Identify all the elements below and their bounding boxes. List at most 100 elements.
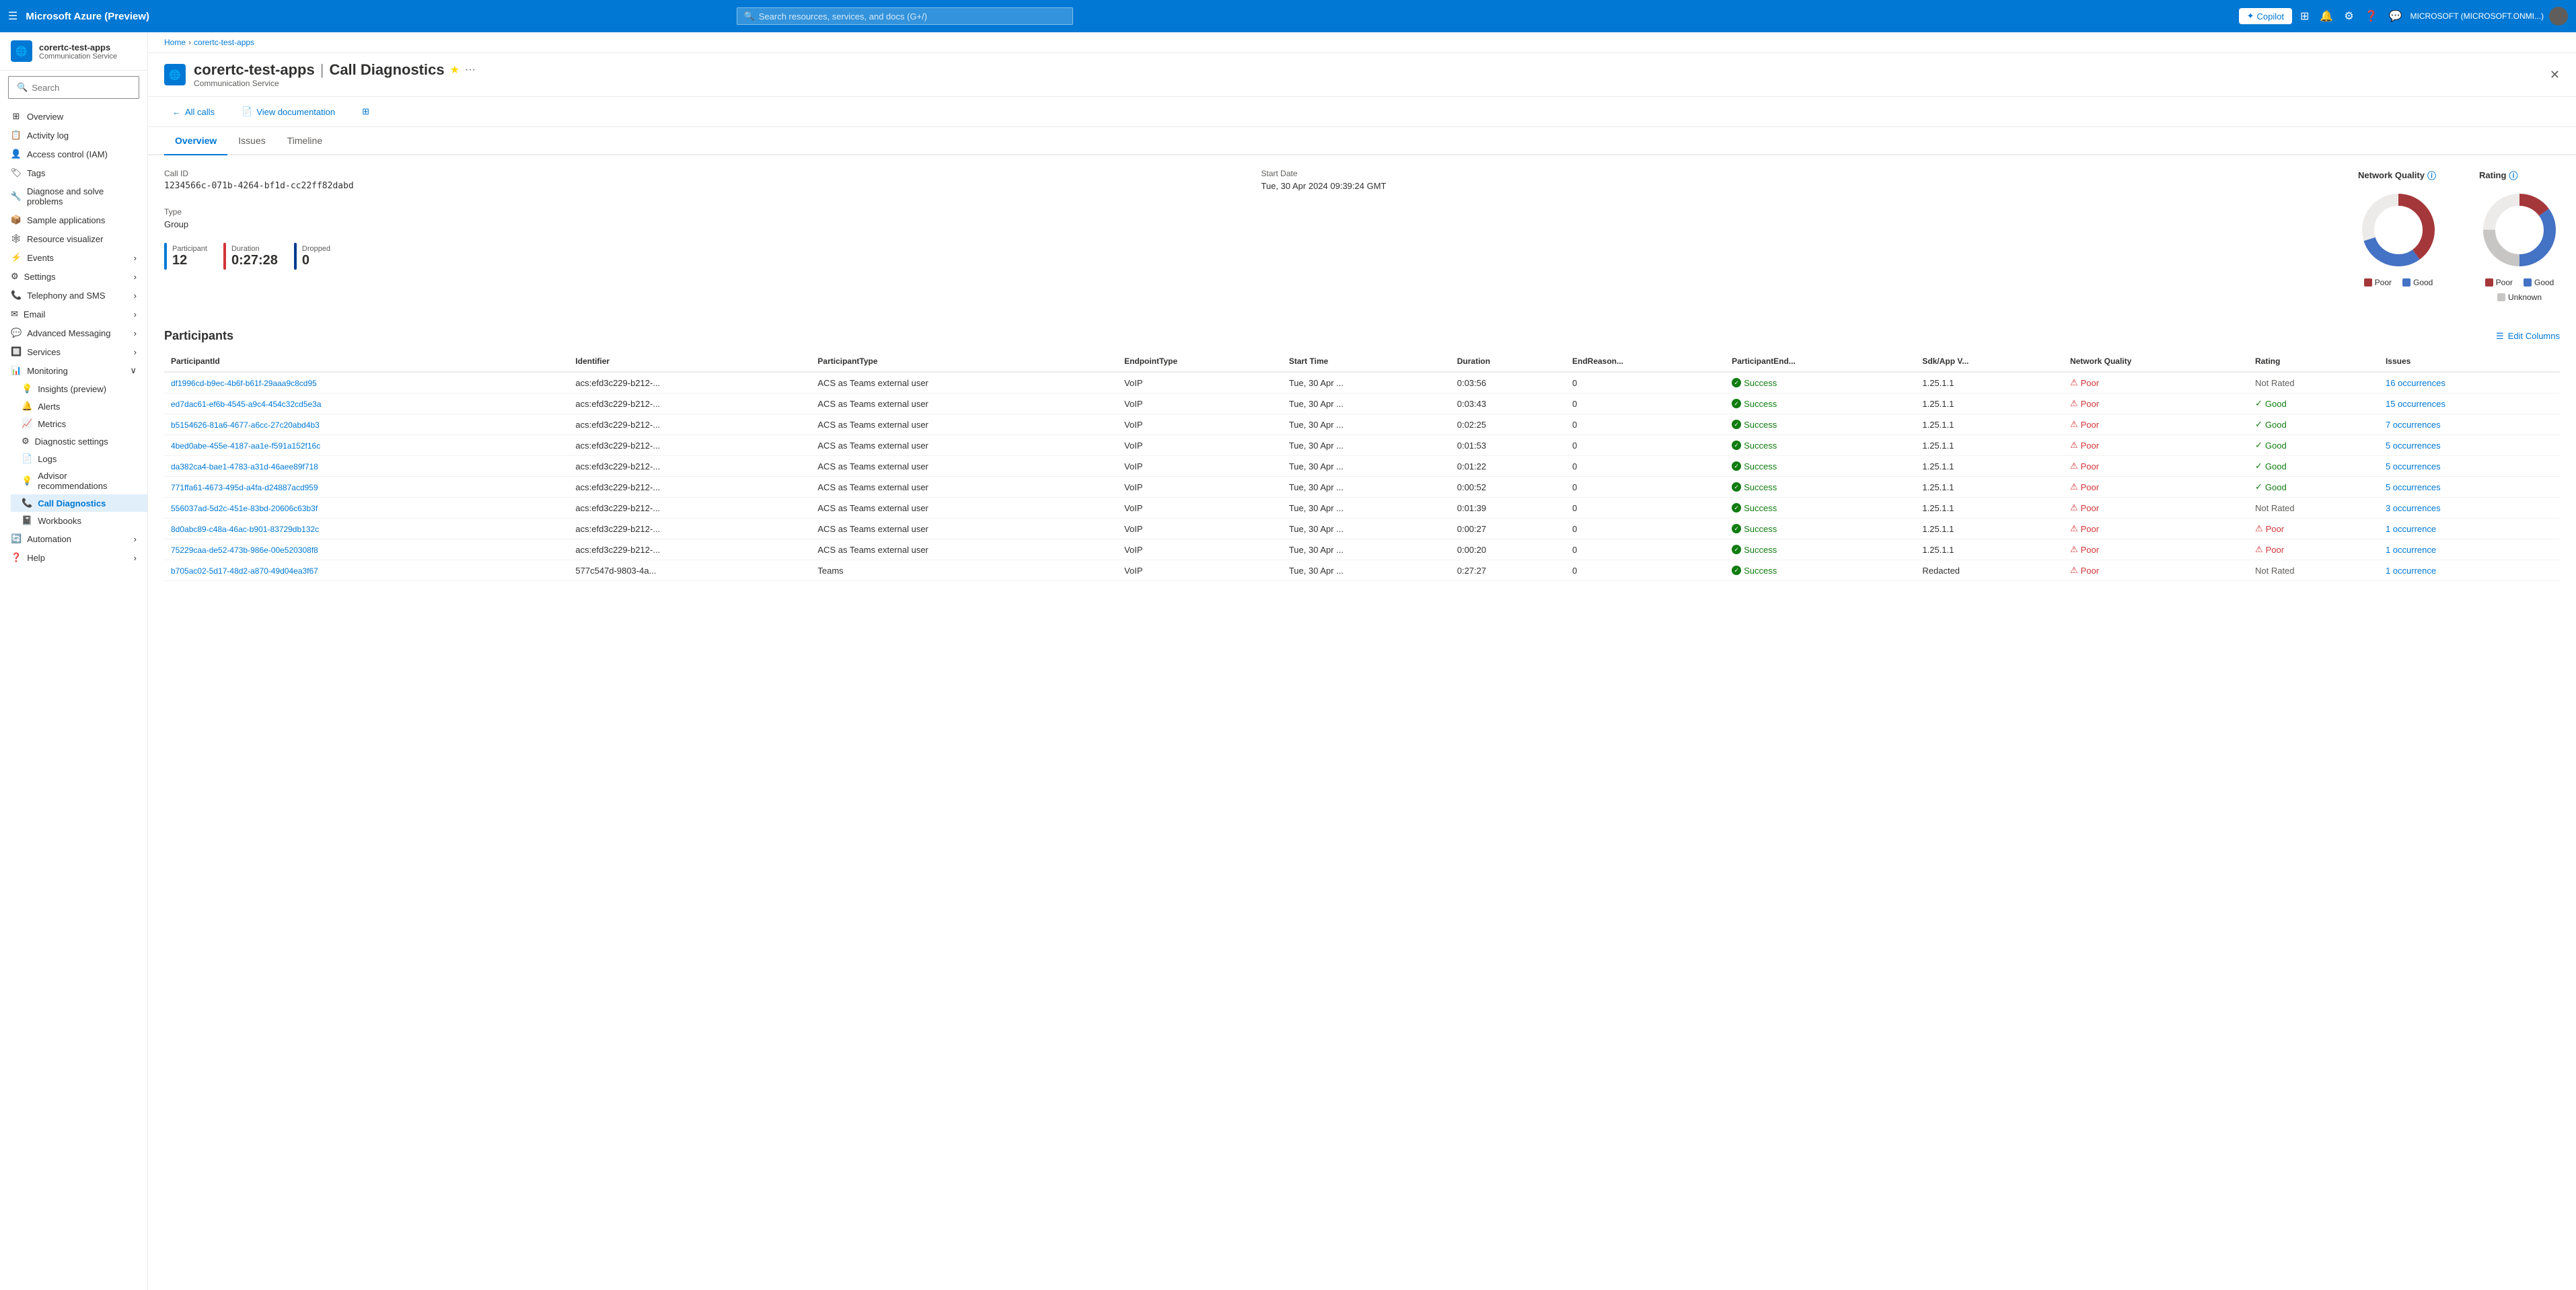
sidebar-item-workbooks[interactable]: 📓 Workbooks [11,512,147,529]
participant-id-link[interactable]: b705ac02-5d17-48d2-a870-49d04ea3f67 [171,566,318,576]
issues-link[interactable]: 1 occurrence [2386,566,2436,576]
sidebar-item-tags[interactable]: 🏷 Tags [0,163,147,182]
cell-start-time: Tue, 30 Apr ... [1282,498,1450,519]
chevron-right-icon: › [134,253,137,263]
avatar[interactable] [2549,7,2568,26]
settings-icon[interactable]: ⚙ [2341,7,2356,26]
sidebar-item-iam[interactable]: 👤 Access control (IAM) [0,145,147,163]
participant-id-link[interactable]: b5154626-81a6-4677-a6cc-27c20abd4b3 [171,420,320,430]
edit-columns-button[interactable]: ☰ Edit Columns [2496,331,2560,342]
cell-participant-id[interactable]: 75229caa-de52-473b-986e-00e520308f8 [164,539,568,560]
cell-issues[interactable]: 1 occurrence [2379,560,2560,581]
sidebar-group-telephony[interactable]: 📞 Telephony and SMS › [0,286,147,305]
sidebar-item-diagnostic-settings[interactable]: ⚙ Diagnostic settings [11,432,147,450]
participant-id-link[interactable]: 8d0abc89-c48a-46ac-b901-83729db132c [171,525,319,534]
sidebar-item-sample-apps[interactable]: 📦 Sample applications [0,211,147,229]
cell-issues[interactable]: 1 occurrence [2379,539,2560,560]
cell-issues[interactable]: 5 occurrences [2379,477,2560,498]
cell-participant-id[interactable]: b5154626-81a6-4677-a6cc-27c20abd4b3 [164,414,568,435]
all-calls-button[interactable]: ← All calls [164,103,223,121]
sidebar-group-settings[interactable]: ⚙ Settings › [0,267,147,286]
hamburger-icon[interactable]: ☰ [8,9,17,23]
grid-view-button[interactable]: ⊞ [354,102,377,121]
cell-issues[interactable]: 7 occurrences [2379,414,2560,435]
sidebar-item-alerts[interactable]: 🔔 Alerts [11,397,147,415]
resource-icon: 🌐 [11,40,32,62]
favorite-button[interactable]: ★ [450,63,459,77]
issues-link[interactable]: 16 occurrences [2386,378,2445,388]
table-row: 75229caa-de52-473b-986e-00e520308f8 acs:… [164,539,2560,560]
view-documentation-button[interactable]: 📄 View documentation [233,102,343,121]
sidebar-item-activity-log[interactable]: 📋 Activity log [0,126,147,145]
cell-issues[interactable]: 15 occurrences [2379,393,2560,414]
notifications-icon[interactable]: 🔔 [2317,7,2336,26]
copilot-button[interactable]: ✦ Copilot [2239,8,2292,24]
issues-link[interactable]: 5 occurrences [2386,441,2441,451]
info-icon-nq[interactable]: ⓘ [2427,169,2436,182]
cell-participant-id[interactable]: b705ac02-5d17-48d2-a870-49d04ea3f67 [164,560,568,581]
sidebar-search-input[interactable] [32,83,131,93]
issues-link[interactable]: 5 occurrences [2386,461,2441,471]
participant-id-link[interactable]: 771ffa61-4673-495d-a4fa-d24887acd959 [171,483,318,492]
cell-participant-id[interactable]: 556037ad-5d2c-451e-83bd-20606c63b3f [164,498,568,519]
participant-id-link[interactable]: ed7dac61-ef6b-4545-a9c4-454c32cd5e3a [171,400,322,409]
close-button[interactable]: ✕ [2550,68,2560,82]
sidebar-item-diagnose[interactable]: 🔧 Diagnose and solve problems [0,182,147,211]
portal-menu-icon[interactable]: ⊞ [2297,7,2312,26]
rating-title: Rating ⓘ [2479,169,2560,182]
cell-participant-id[interactable]: da382ca4-bae1-4783-a31d-46aee89f718 [164,456,568,477]
issues-link[interactable]: 1 occurrence [2386,545,2436,555]
sidebar-item-resource-visualizer[interactable]: 🕸 Resource visualizer [0,229,147,248]
sidebar-group-services[interactable]: 🔲 Services › [0,342,147,361]
feedback-icon[interactable]: 💬 [2386,7,2405,26]
tab-timeline[interactable]: Timeline [277,127,333,155]
more-options-button[interactable]: ··· [465,64,476,76]
breadcrumb-resource[interactable]: corertc-test-apps [194,38,254,47]
sidebar-group-advanced-messaging[interactable]: 💬 Advanced Messaging › [0,324,147,342]
info-icon-rating[interactable]: ⓘ [2509,169,2517,182]
sidebar-group-monitoring[interactable]: 📊 Monitoring ∨ [0,361,147,380]
cell-issues[interactable]: 5 occurrences [2379,456,2560,477]
cell-issues[interactable]: 16 occurrences [2379,372,2560,393]
cell-issues[interactable]: 5 occurrences [2379,435,2560,456]
sidebar-group-help[interactable]: ❓ Help › [0,548,147,567]
cell-issues[interactable]: 1 occurrence [2379,519,2560,539]
sidebar-item-logs[interactable]: 📄 Logs [11,450,147,467]
help-icon[interactable]: ❓ [2362,7,2381,26]
cell-participant-id[interactable]: 771ffa61-4673-495d-a4fa-d24887acd959 [164,477,568,498]
breadcrumb-home[interactable]: Home [164,38,186,47]
participant-id-link[interactable]: 4bed0abe-455e-4187-aa1e-f591a152f16c [171,441,320,451]
tab-overview[interactable]: Overview [164,127,227,155]
legend-poor-nq: Poor [2364,278,2392,287]
global-search-input[interactable] [759,11,1066,22]
sidebar: 🌐 corertc-test-apps Communication Servic… [0,32,148,1290]
cell-participant-id[interactable]: 8d0abc89-c48a-46ac-b901-83729db132c [164,519,568,539]
sidebar-item-insights[interactable]: 💡 Insights (preview) [11,380,147,397]
sidebar-group-email[interactable]: ✉ Email › [0,305,147,324]
participant-id-link[interactable]: da382ca4-bae1-4783-a31d-46aee89f718 [171,462,318,471]
issues-link[interactable]: 7 occurrences [2386,420,2441,430]
participant-id-link[interactable]: df1996cd-b9ec-4b6f-b61f-29aaa9c8cd95 [171,379,317,388]
issues-link[interactable]: 5 occurrences [2386,482,2441,492]
cell-rating: ✓ Good [2248,435,2379,456]
global-search-box[interactable]: 🔍 [737,7,1073,25]
issues-link[interactable]: 3 occurrences [2386,503,2441,513]
sidebar-item-advisor[interactable]: 💡 Advisor recommendations [11,467,147,494]
sidebar-search-box[interactable]: 🔍 [8,76,139,99]
tab-issues[interactable]: Issues [227,127,276,155]
legend-good-rating: Good [2524,278,2554,287]
participant-id-link[interactable]: 556037ad-5d2c-451e-83bd-20606c63b3f [171,504,318,513]
issues-link[interactable]: 1 occurrence [2386,524,2436,534]
user-display[interactable]: MICROSOFT (MICROSOFT.ONMI...) [2411,11,2544,21]
sidebar-group-automation[interactable]: 🔄 Automation › [0,529,147,548]
cell-participant-id[interactable]: ed7dac61-ef6b-4545-a9c4-454c32cd5e3a [164,393,568,414]
cell-participant-id[interactable]: df1996cd-b9ec-4b6f-b61f-29aaa9c8cd95 [164,372,568,393]
cell-issues[interactable]: 3 occurrences [2379,498,2560,519]
sidebar-item-call-diagnostics[interactable]: 📞 Call Diagnostics [11,494,147,512]
cell-participant-id[interactable]: 4bed0abe-455e-4187-aa1e-f591a152f16c [164,435,568,456]
participant-id-link[interactable]: 75229caa-de52-473b-986e-00e520308f8 [171,545,318,555]
sidebar-item-metrics[interactable]: 📈 Metrics [11,415,147,432]
sidebar-group-events[interactable]: ⚡ Events › [0,248,147,267]
sidebar-item-overview[interactable]: ⊞ Overview [0,107,147,126]
issues-link[interactable]: 15 occurrences [2386,399,2445,409]
